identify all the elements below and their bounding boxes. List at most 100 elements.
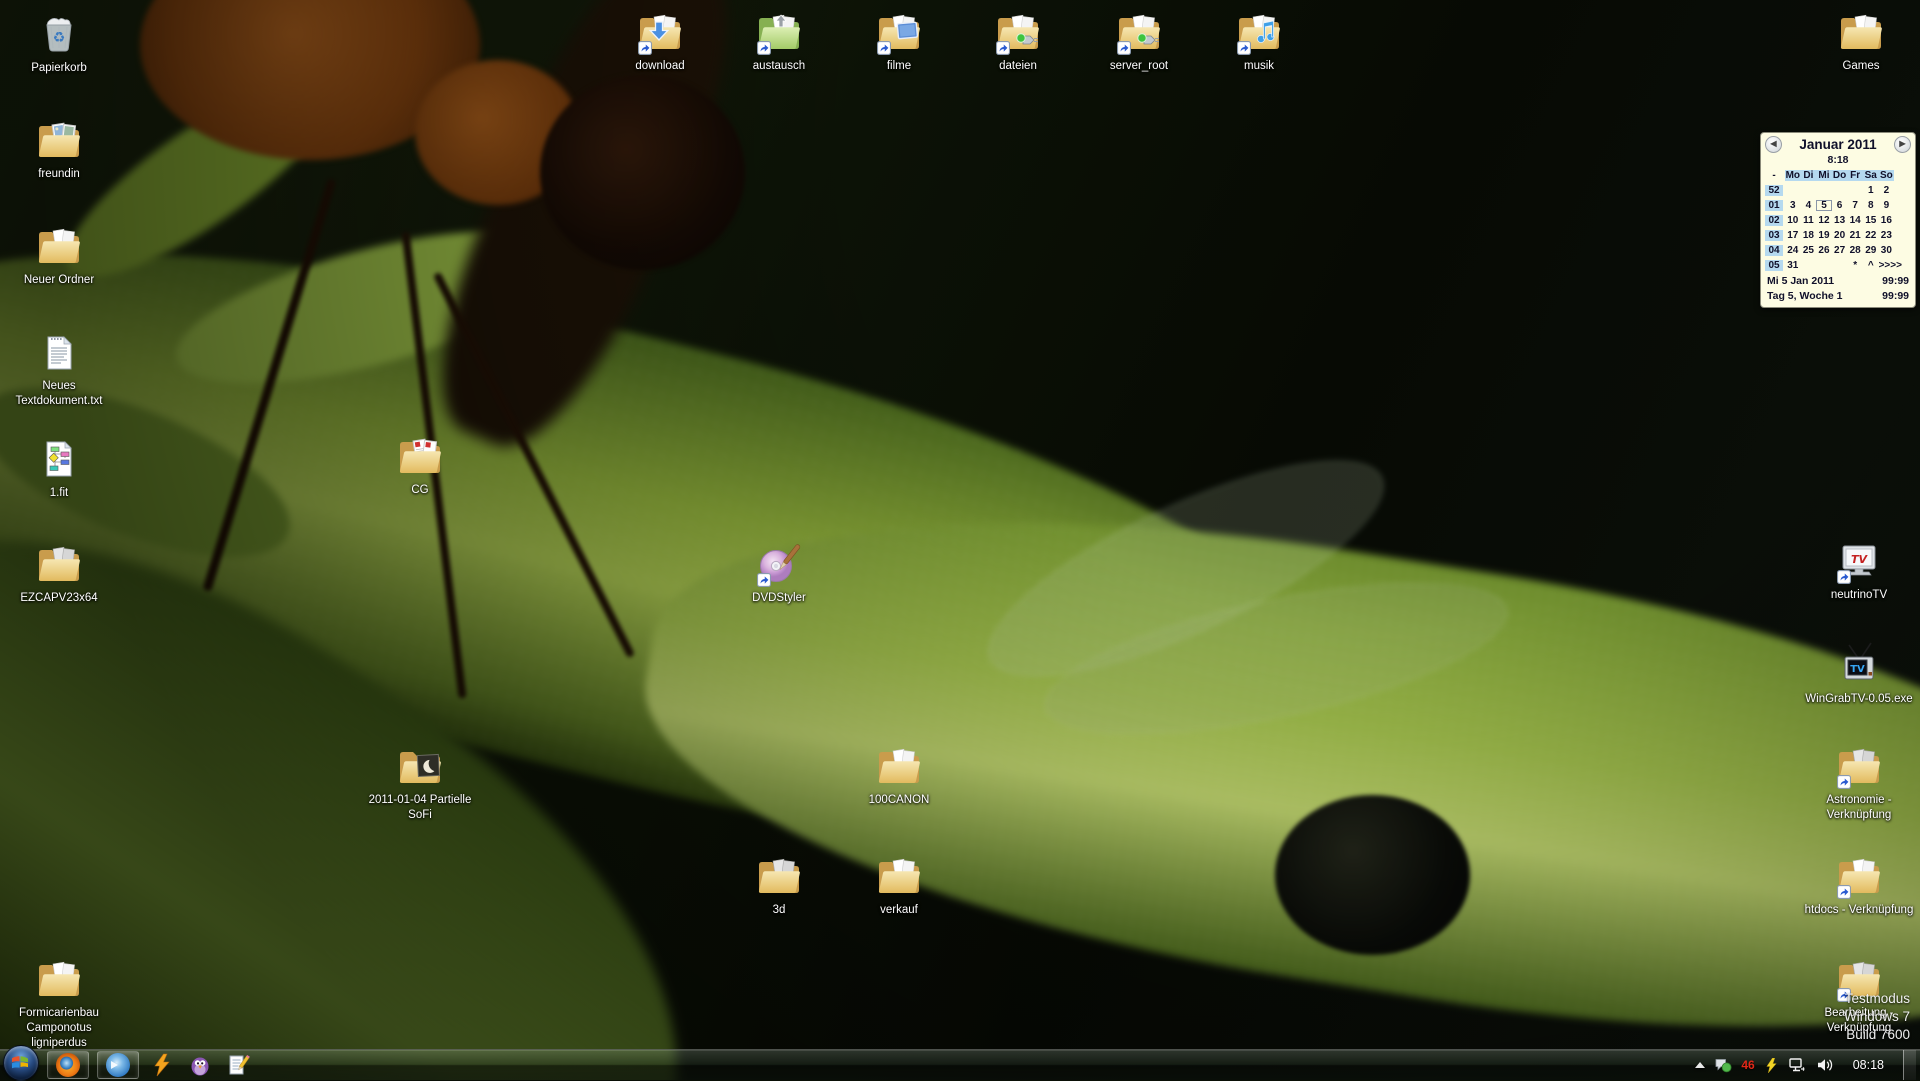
taskbar-button-thunderbird[interactable] <box>97 1051 139 1079</box>
calendar-title: Januar 2011 <box>1799 137 1876 152</box>
calendar-day[interactable]: 1 <box>1863 185 1879 196</box>
calendar-day[interactable]: 20 <box>1832 230 1848 241</box>
calendar-prev-button[interactable]: ◀ <box>1765 136 1782 153</box>
desktop-icon-label: 100CANON <box>869 793 930 808</box>
calendar-day[interactable]: 16 <box>1879 215 1895 226</box>
power-bolt-icon[interactable] <box>1764 1058 1779 1073</box>
calendar-day[interactable]: 29 <box>1863 245 1879 256</box>
shortcut-arrow-icon <box>1837 775 1851 789</box>
calendar-day-header: Mo <box>1785 170 1801 181</box>
desktop-icon-dvdstyler[interactable]: DVDStyler <box>709 540 849 606</box>
calendar-day[interactable]: 14 <box>1847 215 1863 226</box>
calendar-day[interactable]: 26 <box>1816 245 1832 256</box>
calendar-day[interactable]: 2 <box>1879 185 1895 196</box>
system-tray: 46 08:18 <box>1695 1050 1920 1080</box>
quicklaunch-notepad[interactable] <box>221 1052 255 1078</box>
fitfile-icon <box>35 435 83 483</box>
desktop-icon-100canon[interactable]: 100CANON <box>829 742 969 808</box>
desktop-icon-wingrabtv-0-05-exe[interactable]: TV WinGrabTV-0.05.exe <box>1789 641 1920 707</box>
desktop-icon-musik[interactable]: musik <box>1189 8 1329 74</box>
quicklaunch-winamp[interactable] <box>145 1052 179 1078</box>
folder-pdf-icon <box>396 432 444 480</box>
desktop-icon-freundin[interactable]: freundin <box>0 116 129 182</box>
desktop-icon-3d[interactable]: 3d <box>709 852 849 918</box>
messenger-status-icon[interactable] <box>1714 1057 1732 1073</box>
calendar-day[interactable]: 24 <box>1785 245 1801 256</box>
calendar-day-header: So <box>1879 170 1895 181</box>
calendar-day[interactable]: 13 <box>1832 215 1848 226</box>
shortcut-arrow-icon <box>1837 885 1851 899</box>
temperature-value[interactable]: 46 <box>1741 1058 1754 1072</box>
calendar-day[interactable]: 30 <box>1879 245 1895 256</box>
calendar-day[interactable]: 5 <box>1816 200 1832 211</box>
desktop-icon-astronomie-verkn-pfung[interactable]: Astronomie -Verknüpfung <box>1789 742 1920 823</box>
folder-media-icon <box>875 8 923 56</box>
bin-icon: ♻ <box>35 10 83 58</box>
calendar-next-button[interactable]: ▶ <box>1894 136 1911 153</box>
desktop-icon-label: Games <box>1842 59 1879 74</box>
calendar-week-number: 04 <box>1765 245 1783 256</box>
shortcut-arrow-icon <box>757 573 771 587</box>
taskbar-button-firefox[interactable] <box>47 1051 89 1079</box>
desktop-icon-label: NeuesTextdokument.txt <box>16 379 103 409</box>
calendar-day[interactable]: 11 <box>1801 215 1817 226</box>
calendar-day[interactable]: 19 <box>1816 230 1832 241</box>
calendar-day[interactable]: 31 <box>1785 260 1801 271</box>
calendar-day[interactable]: 22 <box>1863 230 1879 241</box>
calendar-week-number: 02 <box>1765 215 1783 226</box>
calendar-day[interactable]: ^ <box>1863 260 1879 271</box>
textfile-icon <box>35 328 83 376</box>
calendar-day[interactable]: 25 <box>1801 245 1817 256</box>
calendar-day[interactable]: 4 <box>1801 200 1817 211</box>
desktop-icon-server-root[interactable]: server_root <box>1069 8 1209 74</box>
desktop-icon-cg[interactable]: CG <box>350 432 490 498</box>
desktop-icon-formicarienbau-camponotus-ligniperdus[interactable]: FormicarienbauCamponotusligniperdus <box>0 955 129 1051</box>
calendar-day[interactable]: 17 <box>1785 230 1801 241</box>
calendar-day[interactable]: 28 <box>1847 245 1863 256</box>
calendar-day[interactable]: 15 <box>1863 215 1879 226</box>
calendar-day[interactable]: 9 <box>1879 200 1895 211</box>
shortcut-arrow-icon <box>996 41 1010 55</box>
desktop-icon-1-fit[interactable]: 1.fit <box>0 435 129 501</box>
quicklaunch-pidgin[interactable] <box>183 1052 217 1078</box>
folder-icon <box>875 742 923 790</box>
desktop-icon-dateien[interactable]: dateien <box>948 8 1088 74</box>
folder-files-icon <box>1835 742 1883 790</box>
desktop-icon-papierkorb[interactable]: ♻ Papierkorb <box>0 10 129 76</box>
tvblue-icon: TV <box>1835 641 1883 689</box>
desktop-icon-label: WinGrabTV-0.05.exe <box>1805 692 1912 707</box>
calendar-day[interactable]: 3 <box>1785 200 1801 211</box>
hidden-icons-chevron[interactable] <box>1695 1062 1705 1068</box>
calendar-day[interactable]: 7 <box>1847 200 1863 211</box>
calendar-day[interactable]: 23 <box>1879 230 1895 241</box>
desktop-icon-label: Neuer Ordner <box>24 273 94 288</box>
taskbar-clock[interactable]: 08:18 <box>1843 1058 1894 1072</box>
desktop-icon-neutrinotv[interactable]: TV neutrinoTV <box>1789 537 1920 603</box>
desktop-icon-label: CG <box>411 483 428 498</box>
calendar-footer-date: Tag 5, Woche 1 <box>1767 290 1842 302</box>
desktop-icon-neuer-ordner[interactable]: Neuer Ordner <box>0 222 129 288</box>
start-button[interactable] <box>3 1045 39 1081</box>
desktop-icon-verkauf[interactable]: verkauf <box>829 852 969 918</box>
calendar-day[interactable]: >>>> <box>1879 260 1895 271</box>
show-desktop-button[interactable] <box>1903 1050 1916 1080</box>
desktop-icon-2011-01-04-partielle-sofi[interactable]: 2011-01-04 PartielleSoFi <box>350 742 490 823</box>
shortcut-arrow-icon <box>1117 41 1131 55</box>
shortcut-arrow-icon <box>1837 570 1851 584</box>
desktop-icon-neues-textdokument-txt[interactable]: NeuesTextdokument.txt <box>0 328 129 409</box>
desktop-icon-ezcapv23x64[interactable]: EZCAPV23x64 <box>0 540 129 606</box>
desktop-icon-htdocs-verkn-pfung[interactable]: htdocs - Verknüpfung <box>1789 852 1920 918</box>
calendar-day[interactable]: 8 <box>1863 200 1879 211</box>
calendar-day[interactable]: * <box>1847 260 1863 271</box>
calendar-day-header: Fr <box>1847 170 1863 181</box>
calendar-day[interactable]: 21 <box>1847 230 1863 241</box>
calendar-day[interactable]: 6 <box>1832 200 1848 211</box>
calendar-day[interactable]: 27 <box>1832 245 1848 256</box>
calendar-day[interactable]: 18 <box>1801 230 1817 241</box>
network-icon[interactable] <box>1788 1057 1807 1073</box>
calendar-day[interactable]: 12 <box>1816 215 1832 226</box>
desktop-icon-games[interactable]: Games <box>1791 8 1920 74</box>
desktop-icon-austausch[interactable]: austausch <box>709 8 849 74</box>
volume-icon[interactable] <box>1816 1058 1834 1072</box>
calendar-day[interactable]: 10 <box>1785 215 1801 226</box>
